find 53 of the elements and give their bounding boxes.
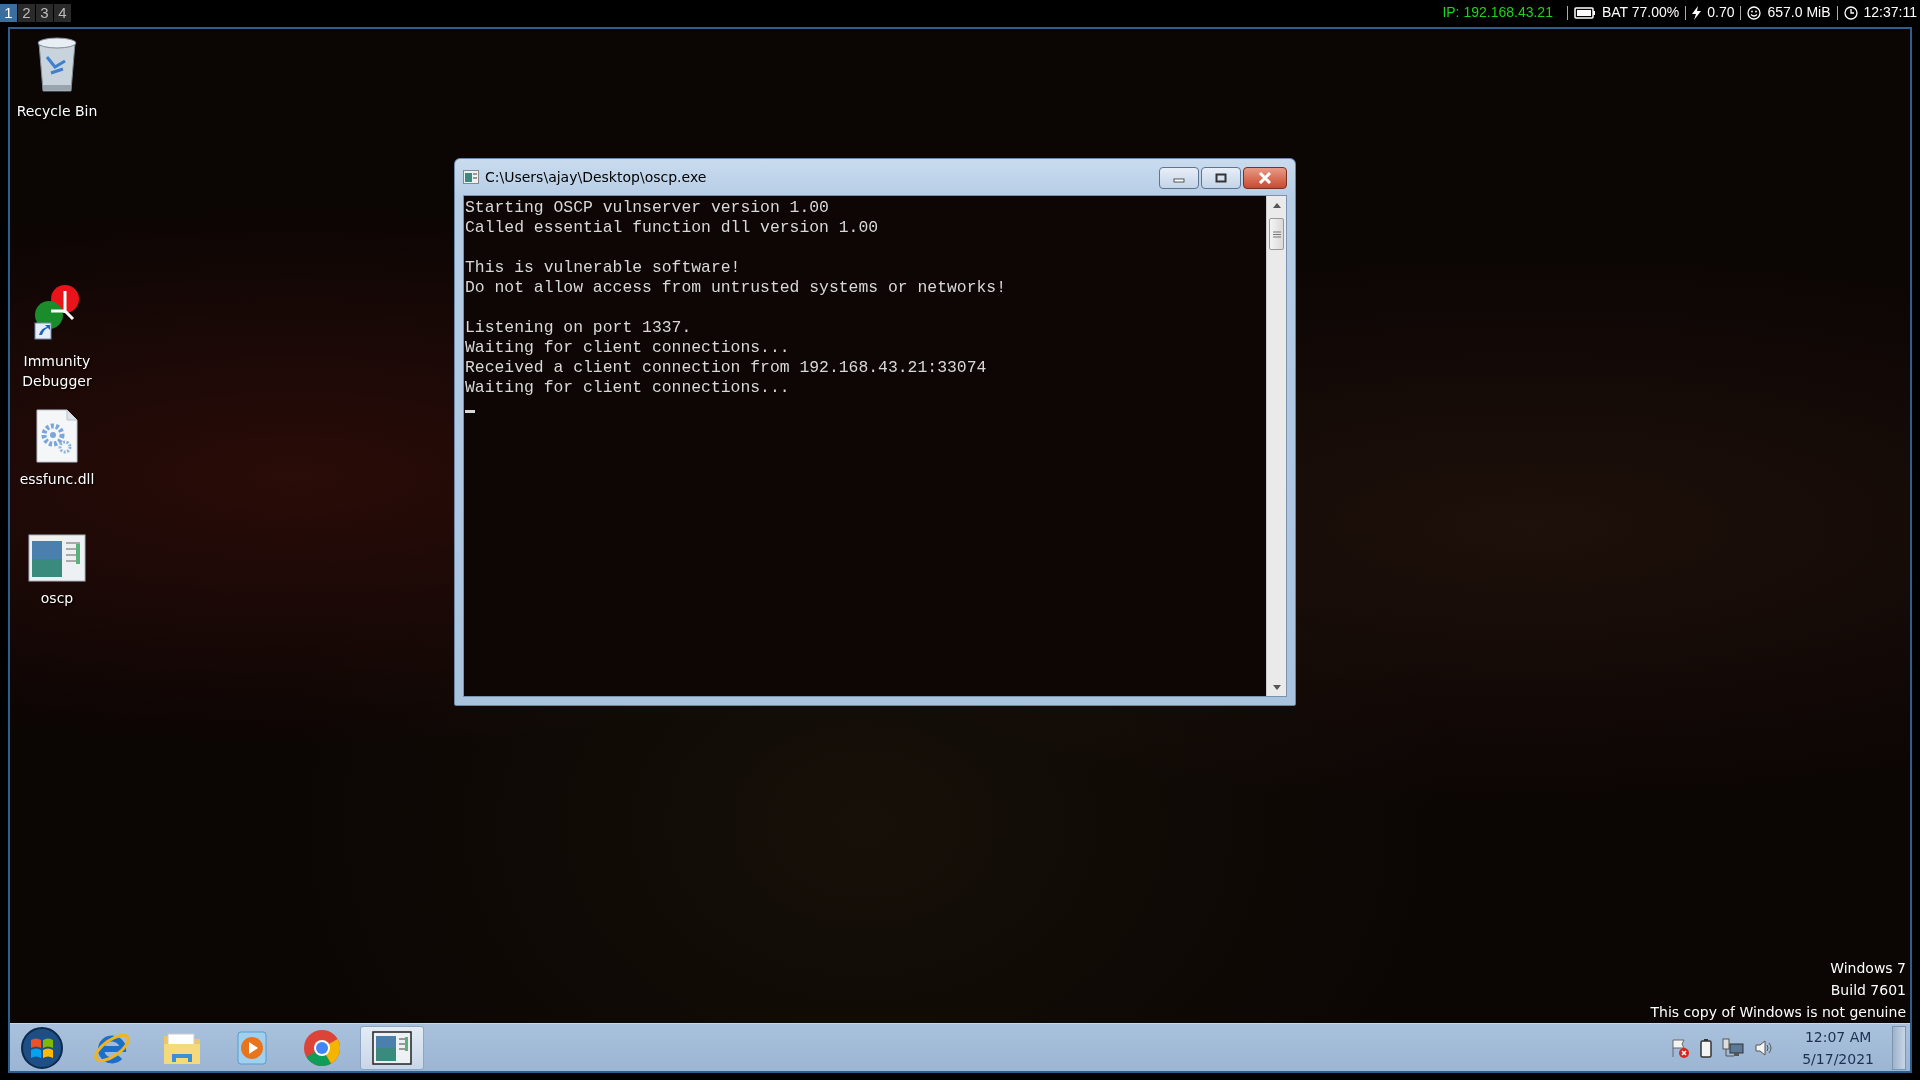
console-line: This is vulnerable software! [465,258,742,278]
status-text: BAT 77.00% [1601,3,1680,22]
icon-label: essfunc.dll [18,470,96,489]
workspace-tab[interactable]: 3 [36,3,53,22]
workspace-tab[interactable]: 4 [54,3,71,22]
application-window-icon[interactable] [28,534,86,582]
taskbar-button[interactable] [360,1025,424,1070]
minimize-button[interactable] [1159,167,1199,189]
console-line: Do not allow access from untrusted systems or networks! [465,278,1007,298]
console-line: Received a client connection from 192.168.43.21:33074 [465,358,988,378]
console-app-icon [463,170,479,184]
battery-icon [1573,6,1596,19]
status-text: 0.70 [1707,3,1735,22]
down-arrow-icon [1272,684,1281,690]
network-computer-icon[interactable] [1722,1037,1745,1058]
console-line: Listening on port 1337. [465,318,693,338]
flag-error-icon[interactable] [1670,1037,1691,1058]
scroll-thumb[interactable] [1269,218,1284,250]
clock-icon [1843,5,1858,20]
battery-icon[interactable] [1700,1037,1713,1058]
maximize-icon [1215,173,1227,183]
notice-text: This copy of Windows is not genuine [1650,1003,1906,1022]
icon-label: Immunity Debugger [21,352,93,391]
workspace-tab[interactable]: 1 [0,3,17,22]
gear-file-icon[interactable] [35,409,79,463]
notice-text: Build 7601 [1829,981,1906,1000]
console-line: Called essential function dll version 1.00 [465,218,880,238]
media-player-icon [234,1029,270,1066]
lightning-icon [1692,5,1702,20]
icon-label: oscp [39,589,75,608]
console-line: Waiting for client connections... [465,378,791,398]
workspace-tab[interactable]: 2 [18,3,35,22]
maximize-button[interactable] [1201,167,1241,189]
console-line: Waiting for client connections... [465,338,791,358]
chrome-icon [302,1027,342,1068]
window-title: C:\Users\ajay\Desktop\oscp.exe [485,167,707,187]
ip-address-text: IP: 192.168.43.21 [1442,3,1553,22]
taskbar-clock[interactable]: 12:07 AM 5/17/2021 [1802,1025,1874,1070]
application-window-icon [372,1030,412,1065]
icon-label: Recycle Bin [15,102,99,121]
console-line: Starting OSCP vulnserver version 1.00 [465,198,830,218]
smiley-icon [1747,5,1762,20]
grip-icon [1272,230,1281,238]
status-text: 12:37:11 [1863,3,1917,22]
speaker-icon[interactable] [1754,1037,1775,1058]
clock-date: 5/17/2021 [1802,1049,1874,1069]
notice-text: Windows 7 [1829,959,1906,978]
up-arrow-icon [1272,202,1281,208]
close-button[interactable] [1243,167,1287,189]
clock-time: 12:07 AM [1803,1027,1873,1047]
close-icon [1258,172,1272,184]
status-text: 657.0 MiB [1767,3,1831,22]
start-orb-icon [20,1025,64,1070]
